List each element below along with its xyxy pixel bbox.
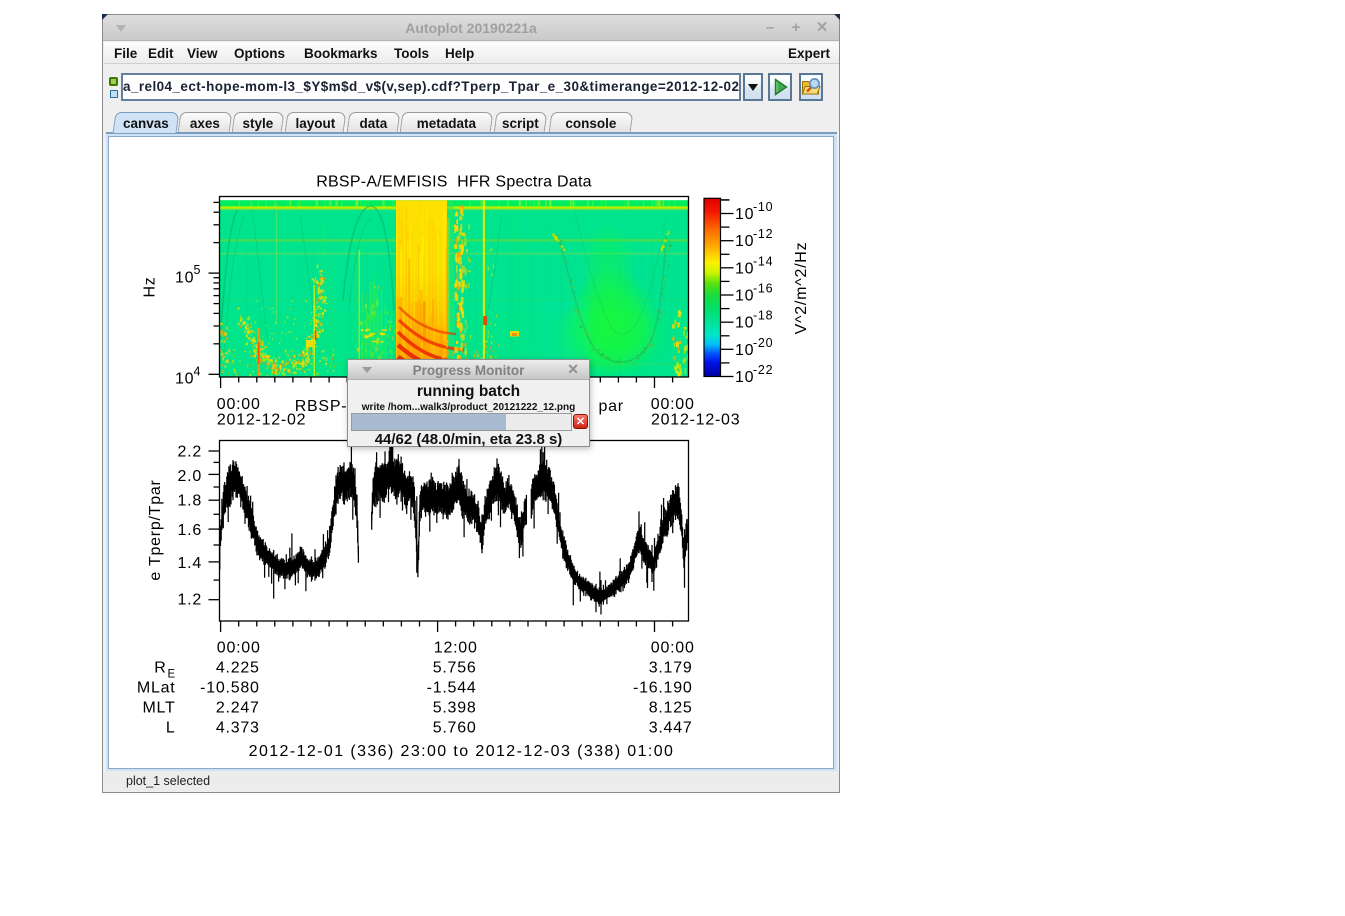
svg-text:-22: -22	[753, 363, 773, 377]
svg-text:10: 10	[735, 233, 754, 250]
svg-text:5: 5	[194, 263, 202, 277]
svg-text:00:00: 00:00	[651, 396, 695, 413]
svg-text:-20: -20	[753, 336, 773, 350]
svg-text:00:00: 00:00	[651, 640, 695, 657]
svg-text:2012-12-01 (336) 23:00 to 2012: 2012-12-01 (336) 23:00 to 2012-12-03 (33…	[249, 743, 675, 760]
svg-text:L: L	[166, 720, 176, 737]
svg-text:-18: -18	[753, 309, 773, 323]
svg-text:R: R	[154, 660, 166, 677]
svg-text:e Tperp/Tpar: e Tperp/Tpar	[147, 479, 164, 580]
svg-text:5.760: 5.760	[433, 720, 477, 737]
svg-text:4.225: 4.225	[216, 660, 260, 677]
svg-text:MLat: MLat	[137, 680, 176, 697]
svg-text:8.125: 8.125	[649, 700, 693, 717]
svg-text:1.2: 1.2	[178, 591, 203, 608]
svg-text:10: 10	[735, 369, 754, 386]
svg-text:RBSP-A/EMFISIS HFR Spectra Da: RBSP-A/EMFISIS HFR Spectra Data	[316, 174, 592, 191]
svg-text:2.2: 2.2	[178, 444, 203, 461]
svg-text:5.398: 5.398	[433, 700, 477, 717]
svg-text:3.447: 3.447	[649, 720, 693, 737]
svg-text:-10.580: -10.580	[200, 680, 260, 697]
svg-text:3.179: 3.179	[649, 660, 693, 677]
svg-text:-14: -14	[753, 254, 773, 268]
svg-text:Hz: Hz	[142, 276, 159, 297]
svg-text:-1.544: -1.544	[427, 680, 477, 697]
svg-text:12:00: 12:00	[434, 640, 478, 657]
svg-text:10: 10	[735, 342, 754, 359]
svg-text:-10: -10	[753, 200, 773, 214]
svg-text:par: par	[599, 398, 624, 415]
svg-text:5.756: 5.756	[433, 660, 477, 677]
svg-text:10: 10	[735, 206, 754, 223]
svg-text:1.4: 1.4	[178, 555, 203, 572]
svg-text:2012-12-02: 2012-12-02	[217, 412, 306, 429]
svg-text:-12: -12	[753, 227, 773, 241]
svg-text:10: 10	[735, 260, 754, 277]
svg-text:4.373: 4.373	[216, 720, 260, 737]
svg-text:2.0: 2.0	[178, 468, 203, 485]
svg-text:MLT: MLT	[142, 700, 175, 717]
svg-text:00:00: 00:00	[217, 640, 261, 657]
svg-text:1.6: 1.6	[178, 522, 203, 539]
svg-text:2.247: 2.247	[216, 700, 260, 717]
svg-text:10: 10	[735, 288, 754, 305]
svg-text:-16.190: -16.190	[633, 680, 693, 697]
svg-text:10: 10	[175, 269, 194, 286]
svg-text:2012-12-03: 2012-12-03	[651, 412, 740, 429]
svg-text:4: 4	[194, 365, 202, 379]
svg-text:10: 10	[735, 315, 754, 332]
svg-text:00:00: 00:00	[217, 396, 261, 413]
svg-text:-16: -16	[753, 282, 773, 296]
svg-text:V^2/m^2/Hz: V^2/m^2/Hz	[793, 242, 810, 335]
svg-text:1.8: 1.8	[178, 493, 203, 510]
svg-text:10: 10	[175, 371, 194, 388]
